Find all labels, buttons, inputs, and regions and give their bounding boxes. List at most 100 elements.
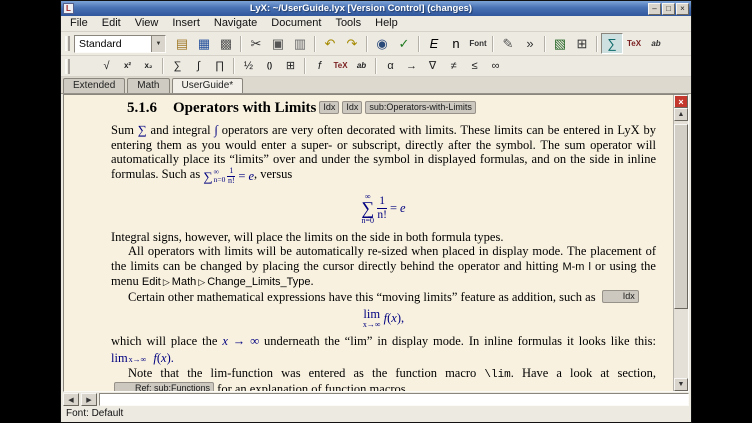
toolbar-separator (596, 36, 598, 52)
find-icon: ◉ (376, 37, 387, 50)
noun-button[interactable]: n (445, 33, 467, 54)
scroll-down-button[interactable]: ▼ (674, 378, 688, 391)
product-button[interactable]: ∏ (209, 57, 230, 75)
subscript-icon: x₂ (144, 62, 152, 70)
cut-button[interactable]: ✂ (245, 33, 267, 54)
open-button[interactable]: ▤ (171, 33, 193, 54)
table-button[interactable]: ⊞ (571, 33, 593, 54)
code-run: \lim (484, 369, 510, 381)
spellcheck-button[interactable]: ✓ (393, 33, 415, 54)
superscript-button[interactable]: x² (117, 57, 138, 75)
scroll-left-button[interactable]: ◀ (63, 393, 79, 406)
minimize-button[interactable]: – (648, 3, 661, 15)
save-button[interactable]: ▦ (193, 33, 215, 54)
menu-tools[interactable]: Tools (328, 17, 368, 30)
close-view-button[interactable]: × (674, 95, 688, 108)
footnote-button[interactable]: ✎ (497, 33, 519, 54)
tex-mode-button[interactable]: TeX (330, 57, 351, 75)
menu-help[interactable]: Help (368, 17, 405, 30)
tex-button[interactable]: TeX (623, 33, 645, 54)
sans-run: Edit (142, 276, 161, 288)
toolbar-grip[interactable] (65, 36, 70, 51)
scrollbar-track[interactable] (674, 121, 688, 378)
tab-userguide[interactable]: UserGuide* (172, 78, 244, 93)
fraction-button[interactable]: ½ (238, 57, 259, 75)
text-run: for an explanation of function macros. (214, 382, 409, 391)
paste-button[interactable]: ▥ (289, 33, 311, 54)
vertical-scrollbar[interactable]: × ▲ ▼ (673, 95, 688, 391)
index-inset[interactable]: Idx (342, 101, 362, 114)
subscript-button[interactable]: x₂ (138, 57, 159, 75)
toolbar-grip[interactable] (65, 59, 70, 74)
functions-button[interactable]: f (309, 57, 330, 75)
not-equal-icon: ≠ (450, 61, 456, 72)
close-button[interactable]: × (676, 3, 689, 15)
emphasis-button[interactable]: E (423, 33, 445, 54)
sqrt-icon: √ (103, 61, 109, 72)
sum-button[interactable]: ∑ (167, 57, 188, 75)
paragraph: Sum ∑ and integral ∫ operators are very … (111, 123, 656, 185)
scroll-up-button[interactable]: ▲ (674, 108, 688, 121)
tab-extended[interactable]: Extended (63, 78, 125, 93)
not-equal-button[interactable]: ≠ (443, 57, 464, 75)
menu-navigate[interactable]: Navigate (207, 17, 264, 30)
minibuffer-input[interactable] (99, 393, 689, 406)
window-buttons: –□× (648, 3, 689, 15)
index-inset[interactable]: Idx (602, 290, 639, 303)
title-bar[interactable]: L LyX: ~/UserGuide.lyx [Version Control]… (61, 1, 691, 16)
copy-button[interactable]: ▣ (267, 33, 289, 54)
undo-button[interactable]: ↶ (319, 33, 341, 54)
table-icon: ⊞ (577, 37, 588, 50)
delimiters-icon: () (267, 62, 272, 70)
display-formula-sum[interactable]: ∞∑n=01n!=e (111, 188, 656, 224)
menu-view[interactable]: View (128, 17, 166, 30)
main-toolbar-icons: ▤ ▦ ▩ ✂▣ ▥ ↶ ↷ ◉ ✓ EnFont ✎» ▧ ⊞ ∑TeXab (171, 33, 667, 54)
greek-button[interactable]: α (380, 57, 401, 75)
menu-document[interactable]: Document (264, 17, 328, 30)
integral-button[interactable]: ∫ (188, 57, 209, 75)
matrix-button[interactable]: ⊞ (280, 57, 301, 75)
find-button[interactable]: ◉ (371, 33, 393, 54)
depth-button[interactable]: » (519, 33, 541, 54)
maximize-button[interactable]: □ (662, 3, 675, 15)
paragraph-style-combo[interactable]: Standard ▼ (74, 35, 166, 53)
main-toolbar: Standard ▼ ▤ ▦ ▩ ✂▣ ▥ ↶ ↷ ◉ ✓ EnFont ✎» ▧ ⊞ ∑TeXab (61, 32, 691, 56)
sqrt-button[interactable]: √ (96, 57, 117, 75)
reference-inset[interactable]: Ref: sub:Functions (114, 382, 214, 391)
menu-bar: FileEditViewInsertNavigateDocumentToolsH… (61, 16, 691, 32)
font-icon: Font (469, 40, 486, 48)
inline-formula-lim[interactable]: limx→∞f(x). (111, 351, 174, 366)
redo-button[interactable]: ↷ (341, 33, 363, 54)
scroll-right-button[interactable]: ▶ (81, 393, 97, 406)
scrollbar-thumb[interactable] (674, 124, 688, 309)
paste-icon: ▥ (294, 37, 306, 50)
toolbar-separator (240, 36, 242, 52)
save-icon: ▦ (198, 37, 210, 50)
index-inset[interactable]: Idx (319, 101, 339, 114)
label-inset[interactable]: sub:Operators-with-Limits (365, 101, 476, 114)
toolbar-separator (418, 36, 420, 52)
math-panel-button[interactable]: ∑ (601, 33, 623, 54)
font-button[interactable]: Font (467, 33, 489, 54)
arrow-button[interactable]: → (401, 57, 422, 75)
toolbar-separator (304, 58, 306, 74)
less-equal-button[interactable]: ≤ (464, 57, 485, 75)
inline-formula-sum[interactable]: ∑∞n=01n!=e (203, 167, 254, 186)
text-run: which will place the (111, 334, 222, 348)
menu-file[interactable]: File (63, 17, 95, 30)
menu-edit[interactable]: Edit (95, 17, 128, 30)
superscript-icon: x² (124, 62, 131, 70)
combo-dropdown-arrow-icon[interactable]: ▼ (151, 36, 165, 52)
nabla-button[interactable]: ∇ (422, 57, 443, 75)
document-page[interactable]: 5.1.6Operators with LimitsIdxIdxsub:Oper… (64, 95, 673, 391)
display-formula-lim[interactable]: limx→∞f(x), (111, 307, 656, 329)
menu-insert[interactable]: Insert (165, 17, 207, 30)
redo-icon: ↷ (347, 37, 358, 50)
text-mode-button[interactable]: ab (351, 57, 372, 75)
text-style-button[interactable]: ab (645, 33, 667, 54)
delimiters-button[interactable]: () (259, 57, 280, 75)
print-button[interactable]: ▩ (215, 33, 237, 54)
tab-math[interactable]: Math (127, 78, 169, 93)
figure-button[interactable]: ▧ (549, 33, 571, 54)
infinity-button[interactable]: ∞ (485, 57, 506, 75)
